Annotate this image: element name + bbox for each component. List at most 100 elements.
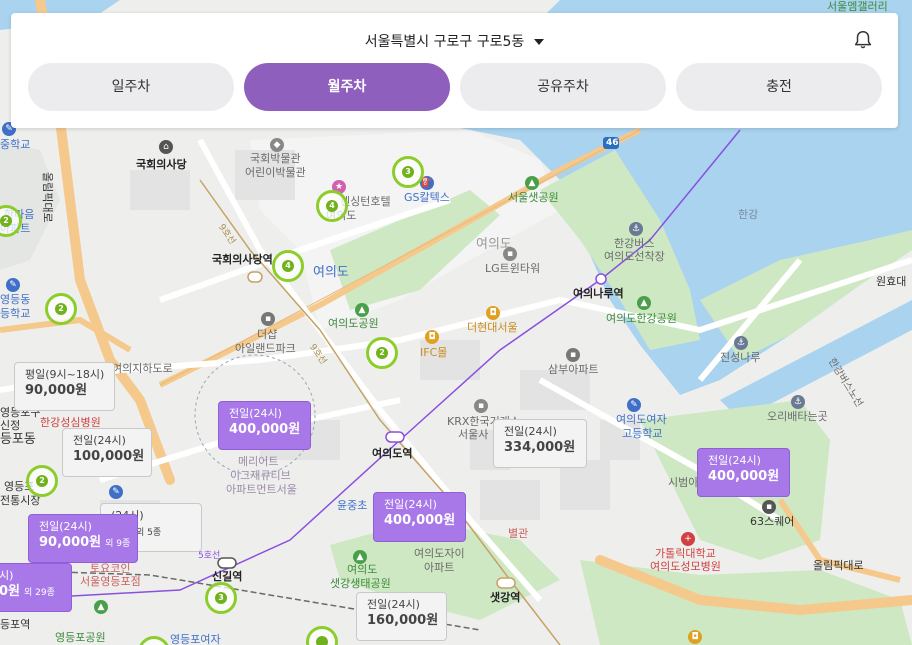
chevron-down-icon bbox=[534, 39, 545, 45]
parking-cluster[interactable]: 2 bbox=[366, 337, 398, 369]
place-label: 더샵 bbox=[257, 328, 278, 341]
place-label: 등포역 bbox=[0, 618, 31, 631]
place-label: 서울샛공원 bbox=[508, 191, 559, 204]
price-marker-selected[interactable]: 전일(24시) 400,000원 bbox=[218, 401, 311, 450]
parking-cluster[interactable]: 4 bbox=[316, 190, 348, 222]
school-icon: ✎ bbox=[109, 485, 123, 499]
apartment-icon: ▪ bbox=[566, 348, 580, 362]
apartment-icon: ▪ bbox=[261, 312, 275, 326]
parking-cluster[interactable]: 3 bbox=[205, 582, 237, 614]
place-label: 더현대서울 bbox=[467, 321, 518, 334]
place-label: 토요코인 bbox=[90, 562, 131, 575]
price-marker[interactable]: 전일(24시) 334,000원 bbox=[493, 419, 587, 468]
place-label: 시범아 bbox=[668, 476, 699, 489]
station-label: 국회의사당역 bbox=[212, 253, 273, 266]
place-label: 한강버스 bbox=[614, 237, 655, 250]
hospital-icon: + bbox=[681, 532, 695, 546]
location-selector[interactable]: 서울특별시 구로구 구로5동 bbox=[11, 31, 898, 51]
place-label: 올림픽대로 bbox=[41, 172, 54, 223]
place-label: 윤중초 bbox=[337, 499, 368, 512]
place-label: 샛강생태공원 bbox=[330, 577, 391, 590]
parking-cluster[interactable]: 4 bbox=[272, 250, 304, 282]
park-icon: ▲ bbox=[353, 550, 367, 564]
place-label: 서울사 bbox=[458, 428, 489, 441]
park-icon: ▲ bbox=[637, 296, 651, 310]
ferry-icon: ⚓ bbox=[629, 222, 643, 236]
building-icon: ▪ bbox=[762, 500, 776, 514]
school-icon: ✎ bbox=[627, 398, 641, 412]
place-label: 여의도선착장 bbox=[604, 250, 665, 263]
place-label: 삼부아파트 bbox=[548, 363, 599, 376]
place-label: 고등학교 bbox=[622, 427, 663, 440]
place-label: IFC몰 bbox=[420, 346, 448, 359]
boat-icon: ⚓ bbox=[791, 395, 805, 409]
location-label: 서울특별시 구로구 구로5동 bbox=[364, 34, 525, 50]
place-label: LG트윈타워 bbox=[485, 262, 541, 275]
place-label: GS칼텍스 bbox=[404, 191, 450, 204]
place-label: 오리배타는곳 bbox=[767, 410, 828, 423]
place-label: 메리어트 bbox=[238, 455, 279, 468]
place-label: 국회박물관 bbox=[250, 152, 301, 165]
line-label: 5호선 bbox=[198, 551, 221, 561]
place-label: 이그제큐티브 bbox=[230, 469, 291, 482]
school-icon: ✎ bbox=[6, 278, 20, 292]
place-label: 영등포여자 bbox=[170, 633, 221, 645]
place-label: 등포동 bbox=[0, 432, 36, 447]
price-marker-selected[interactable]: 전일(24시) 400,000원 bbox=[373, 492, 466, 542]
parking-cluster[interactable]: 3 bbox=[392, 156, 424, 188]
place-label: 여의도자이 bbox=[414, 547, 465, 560]
bell-icon[interactable] bbox=[852, 29, 874, 51]
tab-daily-parking[interactable]: 일주차 bbox=[28, 63, 234, 111]
parking-cluster[interactable]: 2 bbox=[26, 465, 58, 497]
place-label: 영등포공원 bbox=[55, 631, 106, 644]
place-label: 여의도한강공원 bbox=[606, 312, 677, 325]
place-label: 어린이박물관 bbox=[245, 166, 306, 179]
place-label: 여의도 bbox=[347, 563, 378, 576]
shopping-icon: ◘ bbox=[688, 630, 702, 644]
place-label: 여의도 bbox=[313, 265, 349, 280]
top-panel: 서울특별시 구로구 구로5동 일주차 월주차 공유주차 충전 bbox=[11, 13, 898, 128]
place-label: 여의지하도로 bbox=[112, 362, 173, 375]
station-label: 샛강역 bbox=[490, 591, 521, 604]
building-icon: ▪ bbox=[474, 399, 488, 413]
price-marker[interactable]: 평일(9시~18시) 90,000원 bbox=[14, 362, 115, 411]
shopping-icon: ◘ bbox=[425, 330, 439, 344]
parking-cluster[interactable]: 2 bbox=[45, 293, 77, 325]
road-sign: 46 bbox=[606, 138, 619, 148]
park-icon: ▲ bbox=[355, 303, 369, 317]
place-label: 전통시장 bbox=[0, 494, 41, 507]
place-label: 서울엠갤러리 bbox=[827, 0, 888, 13]
price-marker-selected[interactable]: 시) 0원 외 29종 bbox=[0, 563, 72, 612]
shopping-icon: ◘ bbox=[486, 306, 500, 320]
government-icon: ⌂ bbox=[159, 140, 173, 154]
price-marker-selected[interactable]: 전일(24시) 90,000원 외 9종 bbox=[28, 514, 138, 563]
price-marker-selected[interactable]: 전일(24시) 400,000원 bbox=[697, 448, 790, 497]
place-label: 국회의사당 bbox=[136, 158, 187, 171]
station-label: 여의도역 bbox=[372, 447, 413, 460]
ferry-icon: ⚓ bbox=[734, 336, 748, 350]
tab-monthly-parking[interactable]: 월주차 bbox=[244, 63, 450, 111]
price-marker[interactable]: 전일(24시) 160,000원 bbox=[356, 592, 447, 641]
park-icon: ▲ bbox=[94, 600, 108, 614]
tab-charging[interactable]: 충전 bbox=[676, 63, 882, 111]
place-label: 진성나루 bbox=[720, 351, 761, 364]
building-icon: ▪ bbox=[503, 247, 517, 261]
place-label: 영등동 bbox=[0, 293, 31, 306]
museum-icon: ◆ bbox=[270, 138, 284, 152]
place-label: 한강 bbox=[738, 208, 759, 221]
place-label: 여의도공원 bbox=[328, 317, 379, 330]
tab-shared-parking[interactable]: 공유주차 bbox=[460, 63, 666, 111]
place-label: 중학교 bbox=[0, 138, 31, 151]
place-label: 원효대 bbox=[876, 275, 907, 288]
price-marker[interactable]: 전일(24시) 100,000원 bbox=[62, 428, 152, 477]
park-icon: ▲ bbox=[525, 176, 539, 190]
place-label: 여의도여자 bbox=[616, 413, 667, 426]
place-label: 63스퀘어 bbox=[750, 515, 795, 528]
place-label: 신정 bbox=[0, 419, 21, 432]
place-label: 여의도성모병원 bbox=[650, 560, 721, 573]
place-label: 아파트 bbox=[424, 561, 455, 574]
place-label: 아일랜드파크 bbox=[235, 342, 296, 355]
place-label: 등학교 bbox=[0, 307, 31, 320]
station-label: 신길역 bbox=[212, 570, 243, 583]
place-label: 별관 bbox=[508, 527, 529, 540]
